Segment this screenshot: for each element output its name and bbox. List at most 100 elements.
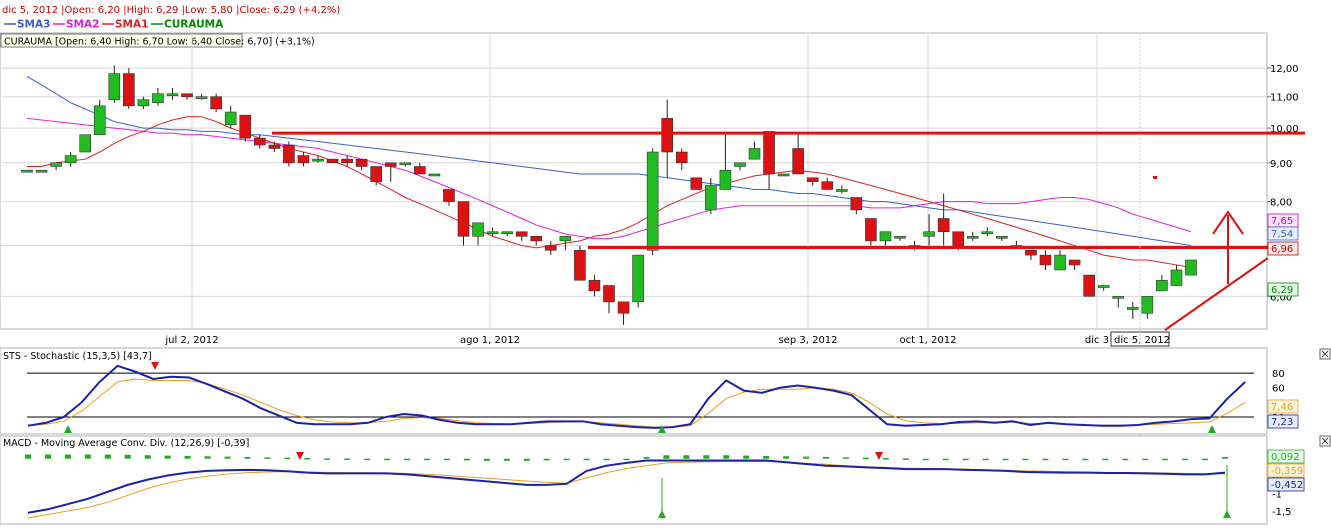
macd-histogram-bar <box>743 455 750 459</box>
price-right-label: 6,96 <box>1271 244 1293 255</box>
macd-histogram-bar <box>543 458 550 461</box>
macd-histogram-bar <box>1102 458 1109 461</box>
macd-histogram-bar <box>1202 458 1209 461</box>
macd-histogram-bar <box>962 458 969 461</box>
price-right-label: 7,54 <box>1271 229 1293 240</box>
candle-down <box>370 166 383 182</box>
candle-up <box>879 231 892 242</box>
candle-down <box>690 177 703 190</box>
candle-down <box>617 301 630 314</box>
candle-up <box>64 155 77 164</box>
candle-up <box>981 231 994 235</box>
candle-down <box>603 285 615 303</box>
candle-up <box>705 185 717 211</box>
candle-down <box>661 118 674 153</box>
candle-down <box>268 144 281 149</box>
candle-up <box>966 235 979 239</box>
stoch-right-label: 7,23 <box>1271 417 1293 428</box>
macd-histogram-bar <box>124 454 131 459</box>
macd-histogram-bar <box>942 458 949 461</box>
macd-histogram-bar <box>463 458 470 461</box>
candle-up <box>1185 259 1197 276</box>
candle-up <box>1054 254 1066 271</box>
macd-histogram-bar <box>583 458 590 461</box>
macd-histogram-bar <box>902 458 909 460</box>
candle-up <box>195 96 208 100</box>
candle-down <box>254 137 266 146</box>
candle-up <box>108 73 121 101</box>
macd-histogram-bar <box>483 458 490 461</box>
candle-down <box>544 245 557 251</box>
x-axis-tick: oct 1, 2012 <box>900 335 957 346</box>
macd-histogram-bar <box>643 456 650 459</box>
price-y-tick: 11,00 <box>1270 93 1299 104</box>
candle-up <box>50 162 62 167</box>
macd-histogram-bar <box>523 458 530 461</box>
candle-down <box>1068 259 1081 266</box>
macd-histogram-bar <box>244 456 251 459</box>
candle-down <box>1039 254 1052 266</box>
x-axis-cursor-label: dic 5, 2012 <box>1114 335 1170 346</box>
candle-up <box>93 105 106 136</box>
macd-histogram-bar <box>404 458 411 461</box>
candle-up <box>559 235 572 242</box>
candle-up <box>646 151 659 251</box>
macd-right-label: 0,092 <box>1271 452 1300 463</box>
macd-y-axis: 0-0,5-1-1,50,092-0,359-0,452 <box>1267 449 1305 518</box>
candle-down <box>806 177 819 182</box>
candle-down <box>384 162 397 167</box>
candle-up <box>923 231 935 237</box>
macd-histogram-bar <box>1062 458 1069 461</box>
candle-up <box>734 162 746 167</box>
macd-histogram-bar <box>344 458 351 461</box>
macd-histogram-bar <box>443 458 450 461</box>
macd-histogram-bar <box>803 456 810 459</box>
candle-down <box>574 250 586 281</box>
macd-panel-frame <box>0 435 1268 525</box>
macd-histogram-bar <box>104 454 111 459</box>
macd-histogram-bar <box>164 455 171 459</box>
macd-histogram-bar <box>1042 458 1049 461</box>
price-y-tick: 9,00 <box>1270 159 1292 170</box>
stoch-panel-title: STS - Stochastic (15,3,5) [43,7] <box>3 351 152 362</box>
candle-up <box>1170 269 1183 286</box>
macd-histogram-bar <box>264 457 271 459</box>
macd-histogram-bar <box>224 456 231 459</box>
macd-histogram-bar <box>1122 458 1129 461</box>
macd-histogram-bar <box>683 455 690 459</box>
macd-histogram-bar <box>204 456 211 459</box>
macd-histogram-bar <box>184 455 191 459</box>
macd-histogram-bar <box>842 457 849 459</box>
macd-histogram-bar <box>1082 458 1089 461</box>
legend-sma3-label: SMA3 <box>17 19 50 31</box>
macd-histogram-bar <box>364 458 371 461</box>
macd-histogram-bar <box>84 454 91 459</box>
candle-down <box>515 231 528 237</box>
candle-up <box>486 231 499 235</box>
panel-collapse-icons <box>1319 348 1331 447</box>
candle-up <box>137 99 150 107</box>
candle-up <box>1097 285 1110 288</box>
candle-down <box>355 158 368 167</box>
macd-histogram-bar <box>1022 458 1029 461</box>
price-y-tick: 8,00 <box>1270 198 1292 209</box>
macd-histogram-bar <box>563 458 570 461</box>
stoch-y-tick: 80 <box>1272 369 1285 380</box>
candle-up <box>428 173 441 177</box>
candle-down <box>297 155 310 164</box>
candle-down <box>181 93 193 98</box>
candle-up <box>777 173 790 177</box>
candle-down <box>530 235 543 242</box>
candle-down <box>210 96 222 110</box>
candle-up <box>21 169 33 173</box>
candle-down <box>937 218 950 233</box>
macd-histogram-bar <box>424 458 430 461</box>
candle-up <box>835 189 848 192</box>
candle-up <box>399 162 412 166</box>
candle-down <box>326 158 339 164</box>
main-panel-title: CURAUMA [Open: 6,40 High: 6,70 Low: 6,40… <box>4 37 315 48</box>
macd-histogram-bar <box>623 458 630 461</box>
candle-up <box>312 158 324 162</box>
macd-histogram-bar <box>1222 456 1228 459</box>
candle-up <box>632 254 644 303</box>
